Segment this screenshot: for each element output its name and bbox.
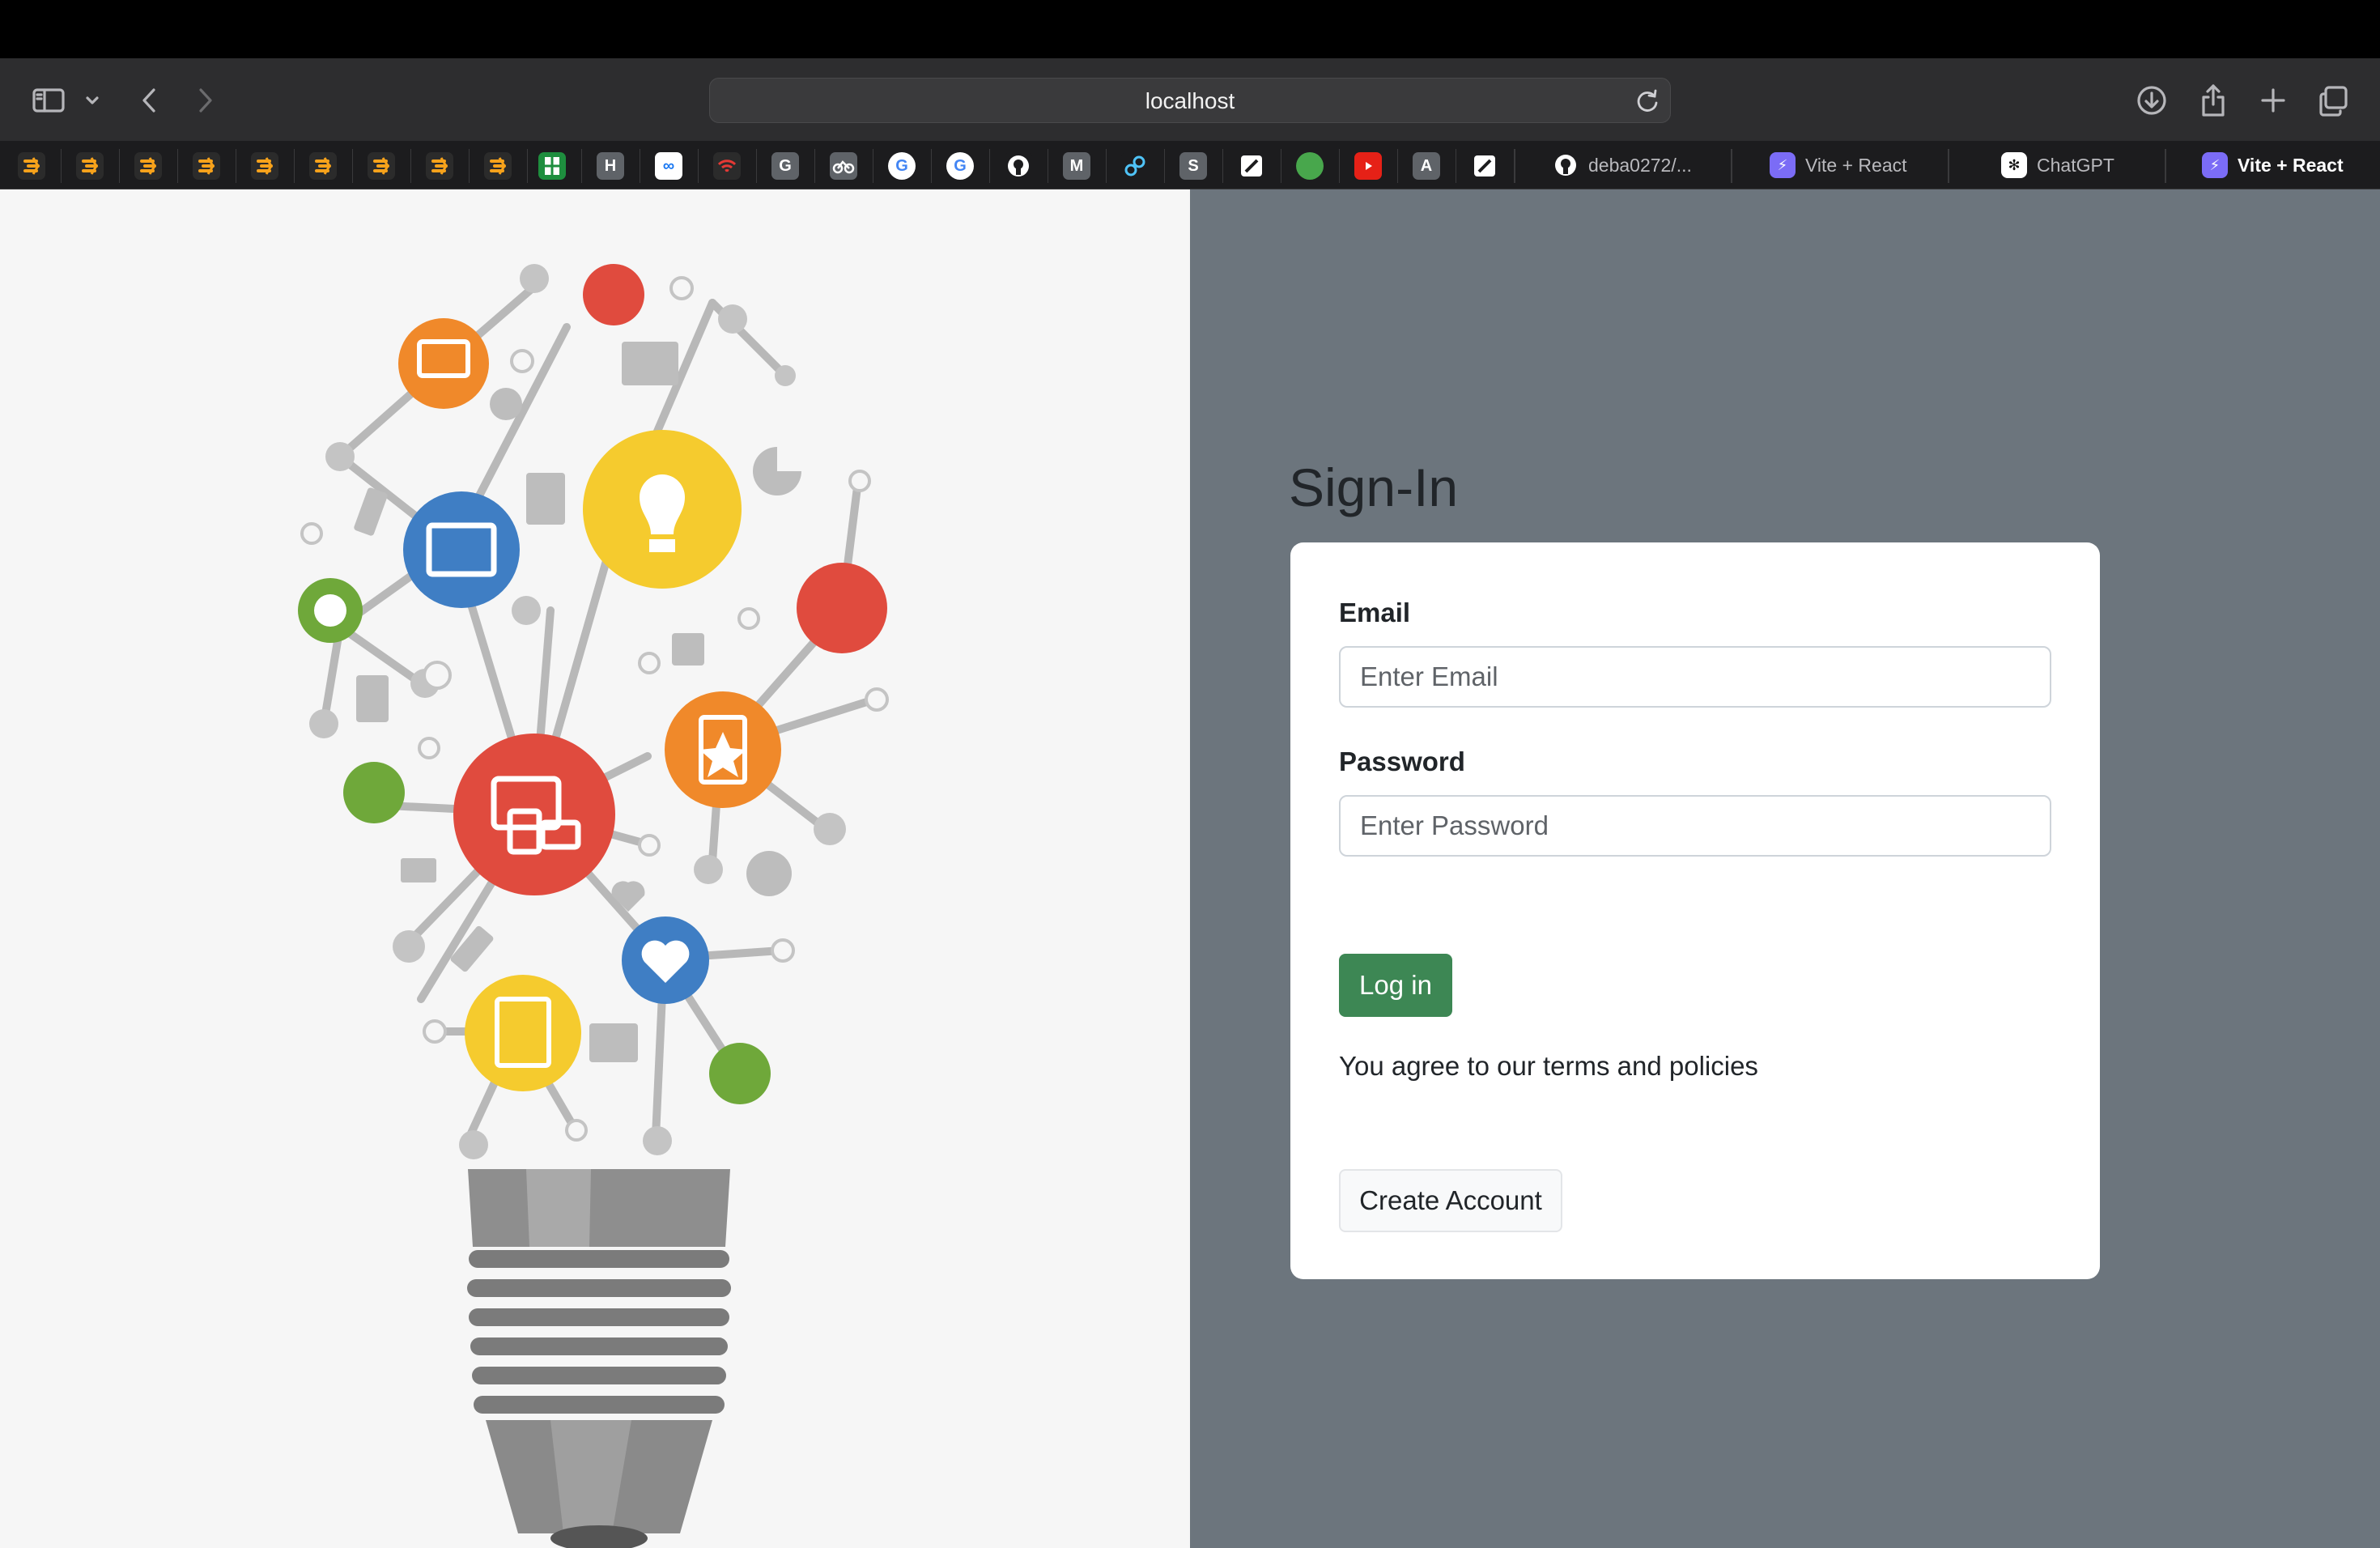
youtube-icon[interactable]	[1354, 152, 1382, 180]
password-input[interactable]	[1339, 795, 2051, 857]
m-icon[interactable]: M	[1063, 152, 1090, 180]
new-tab-plus-icon[interactable]	[2255, 83, 2291, 118]
bookmark-arrow-icon[interactable]	[18, 152, 45, 180]
bookmark-arrow-icon[interactable]	[251, 152, 278, 180]
tab-label: Vite + React	[1805, 154, 1907, 176]
favorites-separator	[119, 149, 120, 183]
tab-label: ChatGPT	[2037, 154, 2114, 176]
s-icon[interactable]: S	[1179, 152, 1207, 180]
favorites-separator	[1222, 149, 1223, 183]
tab-label: deba0272/...	[1588, 154, 1692, 176]
favorites-separator	[61, 149, 62, 183]
pen-icon[interactable]	[1471, 152, 1498, 180]
bookmark-arrow-icon[interactable]	[426, 152, 453, 180]
reload-icon[interactable]	[1633, 87, 1662, 116]
bookmark-arrow-icon[interactable]	[309, 152, 337, 180]
meta-icon[interactable]: ∞	[655, 152, 682, 180]
favorites-separator	[698, 149, 699, 183]
download-icon[interactable]	[2134, 83, 2170, 118]
favorites-separator	[294, 149, 295, 183]
grammarly-icon[interactable]	[1296, 152, 1324, 180]
bike-icon[interactable]	[830, 152, 857, 180]
favorites-separator	[527, 149, 528, 183]
screen-top-strip	[0, 0, 2380, 58]
tab-chatgpt[interactable]: ✻ ChatGPT	[2001, 141, 2114, 189]
tab-label: Vite + React	[2238, 154, 2344, 176]
favorites-separator	[814, 149, 815, 183]
terms-text: You agree to our terms and policies	[1339, 1051, 1758, 1081]
email-label: Email	[1339, 598, 1411, 627]
share-icon[interactable]	[2195, 83, 2231, 118]
favorites-separator	[1164, 149, 1165, 183]
favorites-separator	[410, 149, 411, 183]
back-arrow-icon[interactable]	[131, 83, 167, 118]
chevron-down-icon[interactable]	[78, 83, 107, 118]
favorites-separator	[469, 149, 470, 183]
sidebar-toggle-icon[interactable]	[31, 83, 66, 118]
favorites-separator	[352, 149, 353, 183]
browser-toolbar: localhost	[0, 58, 2380, 141]
h-icon[interactable]: H	[597, 152, 624, 180]
create-account-button[interactable]: Create Account	[1339, 1169, 1562, 1232]
favorites-separator	[1339, 149, 1340, 183]
google-icon[interactable]: G	[888, 152, 916, 180]
chatgpt-icon: ✻	[2001, 152, 2027, 178]
password-label: Password	[1339, 746, 1465, 776]
login-button[interactable]: Log in	[1339, 954, 1452, 1017]
favorites-separator	[989, 149, 990, 183]
github-icon[interactable]	[1005, 152, 1032, 180]
tab-github[interactable]: deba0272/...	[1553, 141, 1692, 189]
a-icon[interactable]: A	[1413, 152, 1440, 180]
google-icon[interactable]: G	[946, 152, 974, 180]
favorites-separator	[756, 149, 757, 183]
address-text: localhost	[1145, 88, 1235, 113]
favorites-separator	[177, 149, 178, 183]
sheets-icon[interactable]	[538, 152, 566, 180]
link-icon[interactable]	[1121, 152, 1149, 180]
tab-overview-icon[interactable]	[2315, 83, 2351, 118]
signin-card: Email Password Log in You agree to our t…	[1290, 542, 2100, 1279]
wifi-icon[interactable]	[713, 152, 741, 180]
favorites-separator	[1397, 149, 1398, 183]
forward-arrow-icon[interactable]	[188, 83, 223, 118]
bookmark-arrow-icon[interactable]	[368, 152, 395, 180]
g-icon[interactable]: G	[771, 152, 799, 180]
bookmark-arrow-icon[interactable]	[76, 152, 104, 180]
favorites-tabs-bar: H ∞ G G G M S A deba0272/... ⚡ Vite + React ✻ C…	[0, 141, 2380, 189]
bookmark-arrow-icon[interactable]	[193, 152, 220, 180]
vite-icon: ⚡	[1770, 152, 1796, 178]
bookmark-arrow-icon[interactable]	[134, 152, 162, 180]
email-input[interactable]	[1339, 646, 2051, 708]
favorites-separator	[581, 149, 582, 183]
illustration-panel	[0, 189, 1190, 1548]
pen-icon[interactable]	[1238, 152, 1265, 180]
favorites-separator	[1106, 149, 1107, 183]
bookmark-arrow-icon[interactable]	[484, 152, 512, 180]
lightbulb-illustration-icon	[298, 264, 889, 1548]
vite-icon: ⚡	[2202, 152, 2228, 178]
address-bar[interactable]: localhost	[709, 78, 1671, 123]
tab-vite-react[interactable]: ⚡ Vite + React	[1770, 141, 1907, 189]
github-icon	[1553, 152, 1579, 178]
favorites-separator	[931, 149, 932, 183]
tab-vite-react-active[interactable]: ⚡ Vite + React	[2202, 141, 2344, 189]
